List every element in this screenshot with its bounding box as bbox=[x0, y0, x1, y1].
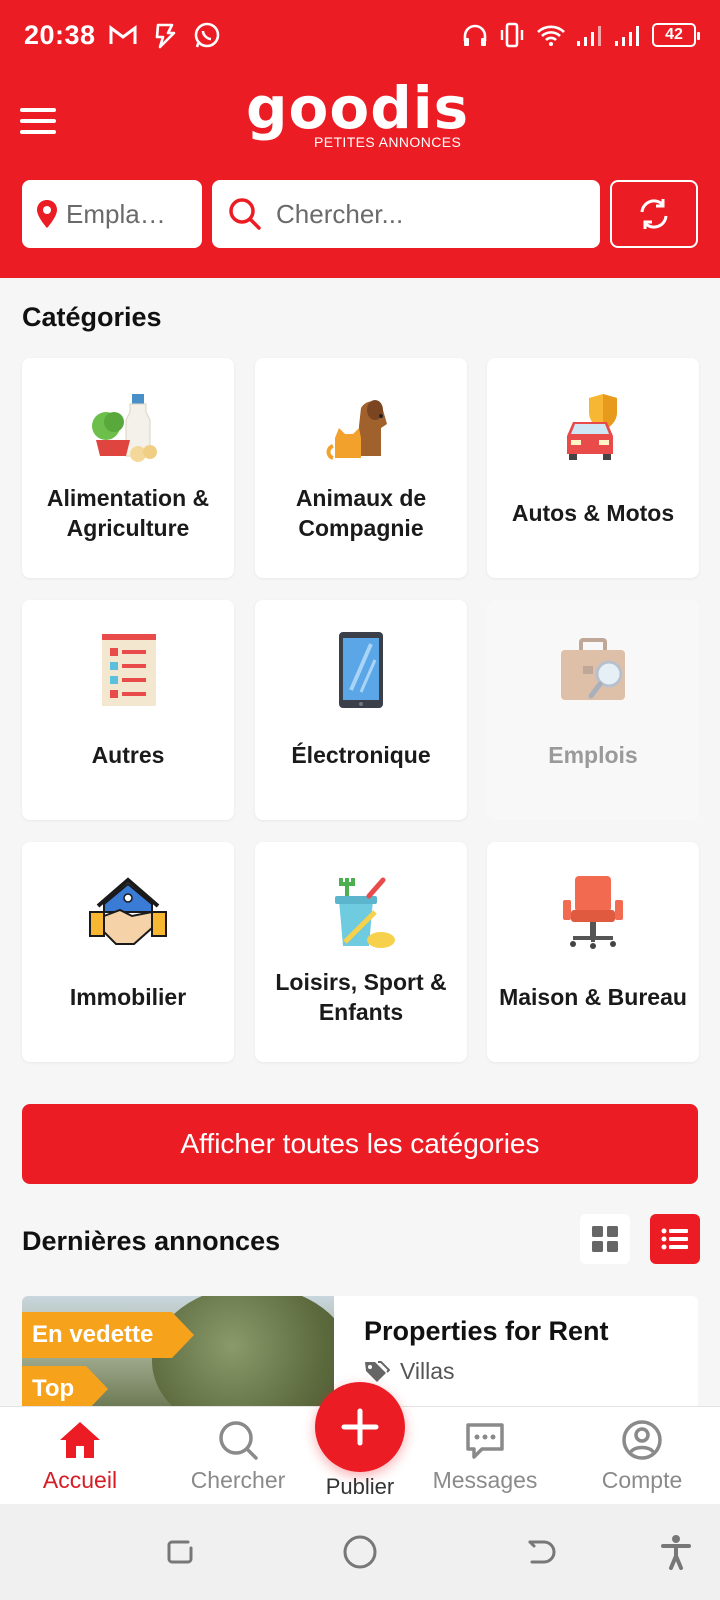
home-button[interactable] bbox=[340, 1532, 380, 1572]
tag-icon bbox=[365, 1360, 390, 1382]
search-icon bbox=[168, 1417, 308, 1463]
battery-indicator: 42 bbox=[652, 23, 700, 47]
pets-icon bbox=[255, 388, 467, 468]
nav-label: Compte bbox=[601, 1467, 683, 1493]
home-circle-icon bbox=[343, 1535, 377, 1569]
location-input[interactable]: Empla… bbox=[22, 180, 202, 248]
category-label: Animaux de Compagnie bbox=[295, 485, 427, 541]
office-chair-icon bbox=[487, 872, 699, 952]
list-view-icon bbox=[661, 1228, 688, 1250]
category-label: Maison & Bureau bbox=[499, 984, 687, 1010]
status-time: 20:38 bbox=[24, 20, 96, 50]
nav-compte[interactable]: Compte bbox=[572, 1407, 712, 1505]
back-icon bbox=[528, 1540, 556, 1564]
location-pin-icon bbox=[37, 200, 57, 228]
gmail-icon bbox=[109, 25, 137, 44]
show-all-categories-button[interactable]: Afficher toutes les catégories bbox=[22, 1104, 698, 1184]
plus-icon bbox=[341, 1408, 379, 1446]
search-input[interactable]: Chercher... bbox=[212, 180, 600, 248]
nav-messages[interactable]: Messages bbox=[415, 1407, 555, 1505]
listing-category-label: Villas bbox=[400, 1358, 455, 1384]
app-icon bbox=[155, 23, 176, 49]
chat-icon bbox=[415, 1417, 555, 1463]
location-placeholder: Empla… bbox=[66, 198, 166, 229]
search-icon bbox=[229, 198, 261, 230]
toys-icon bbox=[255, 872, 467, 952]
logo-word: goodis bbox=[246, 74, 470, 142]
system-navigation-bar bbox=[0, 1504, 720, 1600]
category-card-immobilier[interactable]: Immobilier bbox=[22, 842, 234, 1062]
category-label: Autres bbox=[91, 742, 165, 768]
phone-icon bbox=[255, 630, 467, 710]
category-card-autos[interactable]: Autos & Motos bbox=[487, 358, 699, 578]
category-card-loisirs[interactable]: Loisirs, Sport & Enfants bbox=[255, 842, 467, 1062]
publish-button[interactable] bbox=[315, 1382, 405, 1472]
recents-button[interactable] bbox=[160, 1532, 200, 1572]
category-card-emplois[interactable]: Emplois bbox=[487, 600, 699, 820]
category-label: Électronique bbox=[291, 742, 431, 768]
nav-chercher[interactable]: Chercher bbox=[168, 1407, 308, 1505]
logo-subtitle: PETITES ANNONCES bbox=[314, 134, 462, 150]
accessibility-button[interactable] bbox=[656, 1532, 696, 1572]
signal-icon bbox=[577, 26, 601, 46]
notification-icons bbox=[108, 20, 222, 50]
category-card-maison[interactable]: Maison & Bureau bbox=[487, 842, 699, 1062]
signal-2-icon bbox=[615, 26, 639, 46]
system-status-icons: 42 bbox=[462, 22, 700, 48]
whatsapp-icon bbox=[194, 22, 220, 48]
wifi-icon bbox=[537, 25, 565, 46]
list-icon bbox=[22, 630, 234, 710]
nav-label: Chercher bbox=[190, 1467, 286, 1493]
refresh-button[interactable] bbox=[610, 180, 698, 248]
briefcase-icon bbox=[487, 630, 699, 710]
category-card-alimentation[interactable]: Alimentation & Agriculture bbox=[22, 358, 234, 578]
vibrate-icon bbox=[500, 22, 524, 48]
app-header: 20:38 42 goodis PETITES ANNONCES Empla… … bbox=[0, 0, 720, 278]
publish-label: Publier bbox=[325, 1474, 395, 1499]
accessibility-icon bbox=[661, 1535, 691, 1570]
recents-icon bbox=[167, 1540, 193, 1564]
goodis-logo[interactable]: goodis PETITES ANNONCES bbox=[246, 74, 476, 156]
category-card-animaux[interactable]: Animaux de Compagnie bbox=[255, 358, 467, 578]
categories-title: Catégories bbox=[22, 302, 162, 332]
user-icon bbox=[572, 1417, 712, 1463]
listing-title: Properties for Rent bbox=[364, 1316, 609, 1346]
car-icon bbox=[487, 388, 699, 468]
grid-icon bbox=[592, 1226, 618, 1252]
back-button[interactable] bbox=[520, 1532, 560, 1572]
menu-bar bbox=[20, 108, 56, 112]
featured-badge: En vedette bbox=[22, 1312, 194, 1358]
top-badge: Top bbox=[22, 1366, 108, 1406]
list-view-button[interactable] bbox=[650, 1214, 700, 1264]
refresh-icon bbox=[640, 199, 668, 229]
home-icon bbox=[10, 1417, 150, 1463]
menu-bar bbox=[20, 119, 56, 123]
latest-listings-title: Dernières annonces bbox=[22, 1226, 281, 1256]
grid-view-button[interactable] bbox=[580, 1214, 630, 1264]
headphones-icon bbox=[463, 24, 487, 46]
menu-bar bbox=[20, 130, 56, 134]
listing-category: Villas bbox=[364, 1358, 455, 1385]
search-placeholder: Chercher... bbox=[276, 198, 404, 229]
nav-accueil[interactable]: Accueil bbox=[10, 1407, 150, 1505]
nav-label: Messages bbox=[432, 1467, 538, 1493]
food-icon bbox=[22, 388, 234, 468]
house-handshake-icon bbox=[22, 872, 234, 952]
category-label: Autos & Motos bbox=[511, 500, 675, 526]
category-label: Alimentation & Agriculture bbox=[46, 485, 210, 541]
menu-button[interactable] bbox=[20, 108, 56, 136]
category-label: Emplois bbox=[548, 742, 638, 768]
category-card-electronique[interactable]: Électronique bbox=[255, 600, 467, 820]
category-card-autres[interactable]: Autres bbox=[22, 600, 234, 820]
status-bar: 20:38 42 bbox=[0, 0, 720, 72]
category-label: Immobilier bbox=[69, 984, 187, 1010]
nav-label: Accueil bbox=[42, 1467, 118, 1493]
listing-image: En vedette Top bbox=[22, 1296, 334, 1406]
category-label: Loisirs, Sport & Enfants bbox=[275, 969, 447, 1025]
